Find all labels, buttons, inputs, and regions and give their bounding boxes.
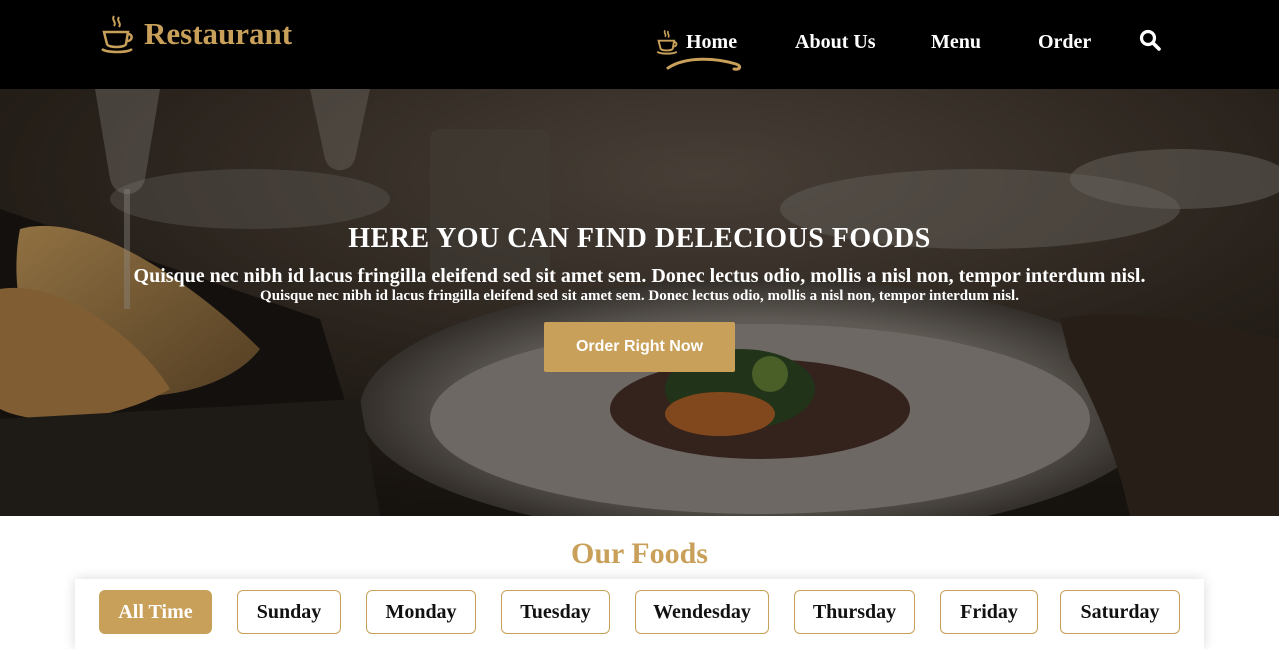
tab-thursday[interactable]: Thursday bbox=[794, 590, 915, 634]
nav-item-order[interactable]: Order bbox=[1038, 27, 1091, 57]
tab-friday[interactable]: Friday bbox=[940, 590, 1038, 634]
tab-saturday[interactable]: Saturday bbox=[1060, 590, 1180, 634]
main-nav: Home About Us Menu Order bbox=[0, 0, 1279, 89]
nav-item-home[interactable]: Home bbox=[656, 27, 742, 71]
coffee-cup-icon bbox=[656, 29, 678, 55]
search-icon bbox=[1139, 29, 1161, 51]
search-button[interactable] bbox=[1139, 29, 1161, 51]
hero-subtitle-small: Quisque nec nibh id lacus fringilla elei… bbox=[260, 288, 1019, 304]
hero-title: HERE YOU CAN FIND DELECIOUS FOODS bbox=[348, 223, 931, 254]
active-underline-swash bbox=[666, 57, 742, 71]
order-right-now-button[interactable]: Order Right Now bbox=[544, 322, 735, 372]
nav-item-menu[interactable]: Menu bbox=[931, 27, 981, 57]
tab-monday[interactable]: Monday bbox=[366, 590, 476, 634]
tab-sunday[interactable]: Sunday bbox=[237, 590, 341, 634]
hero-banner: HERE YOU CAN FIND DELECIOUS FOODS Quisqu… bbox=[0, 89, 1279, 516]
nav-label-home: Home bbox=[686, 30, 738, 53]
day-filter-tabs: All Time Sunday Monday Tuesday Wendesday… bbox=[75, 579, 1204, 649]
hero-subtitle-large: Quisque nec nibh id lacus fringilla elei… bbox=[133, 265, 1146, 287]
tab-tuesday[interactable]: Tuesday bbox=[501, 590, 610, 634]
tab-wendesday[interactable]: Wendesday bbox=[635, 590, 769, 634]
top-navbar: Restaurant Home About Us Menu Order bbox=[0, 0, 1279, 89]
nav-item-about-us[interactable]: About Us bbox=[795, 27, 876, 57]
tab-all-time[interactable]: All Time bbox=[99, 590, 212, 634]
section-title-our-foods: Our Foods bbox=[571, 537, 708, 570]
